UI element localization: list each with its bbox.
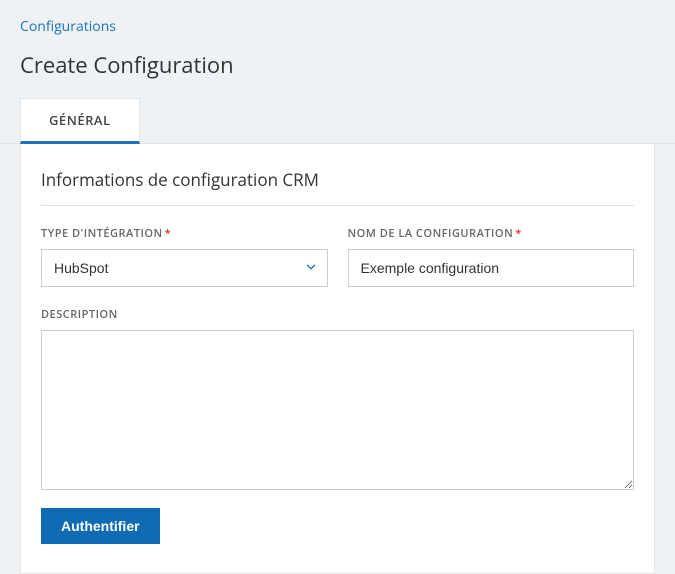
authenticate-button[interactable]: Authentifier [41,508,160,544]
panel-general: Informations de configuration CRM TYPE D… [20,144,655,574]
breadcrumb: Configurations [0,14,675,50]
breadcrumb-link-configurations[interactable]: Configurations [20,17,116,36]
label-integration-type: TYPE D'INTÉGRATION* [41,226,328,241]
field-description: DESCRIPTION [41,307,634,490]
description-textarea[interactable] [41,330,634,490]
integration-type-select[interactable] [41,249,328,287]
tab-general[interactable]: GÉNÉRAL [20,98,140,144]
label-description: DESCRIPTION [41,307,634,322]
tabs: GÉNÉRAL [0,98,675,144]
page-title: Create Configuration [0,50,675,98]
label-text: NOM DE LA CONFIGURATION [348,226,514,241]
field-integration-type: TYPE D'INTÉGRATION* [41,226,328,287]
required-marker: * [515,226,522,241]
label-config-name: NOM DE LA CONFIGURATION* [348,226,635,241]
required-marker: * [165,226,172,241]
config-name-input[interactable] [348,249,635,287]
field-config-name: NOM DE LA CONFIGURATION* [348,226,635,287]
section-title: Informations de configuration CRM [41,168,634,206]
label-text: TYPE D'INTÉGRATION [41,226,163,241]
